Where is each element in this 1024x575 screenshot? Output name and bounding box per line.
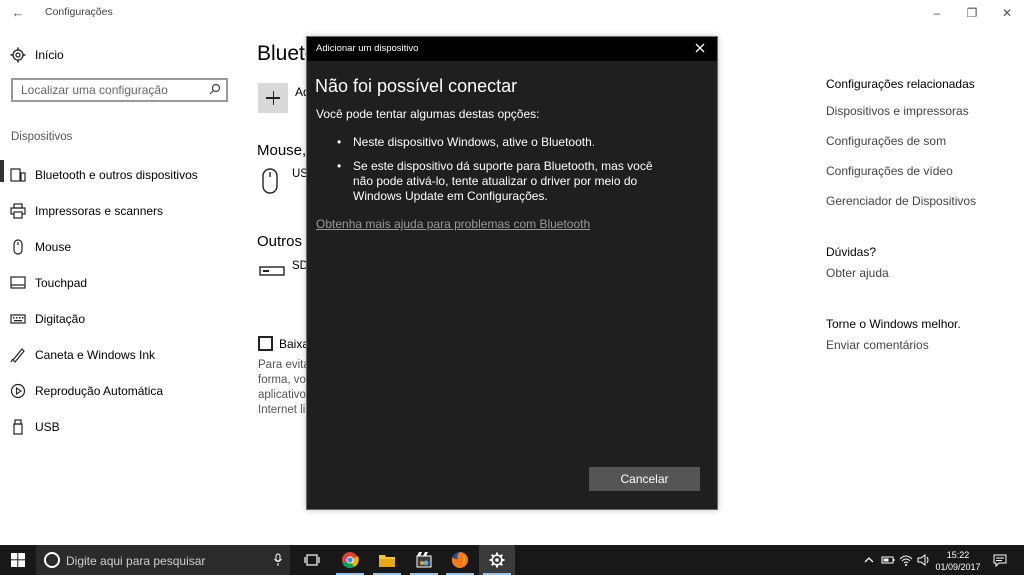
microphone-icon[interactable]: [273, 553, 283, 567]
dialog-heading: Não foi possível conectar: [315, 76, 518, 96]
battery-icon[interactable]: [881, 553, 895, 567]
mouse-section-heading: Mouse,: [257, 142, 307, 159]
sidebar-item-pen[interactable]: Caneta e Windows Ink: [0, 337, 240, 373]
taskbar: Digite aqui para pesquisar 15:22 01/09/2…: [0, 545, 1024, 575]
feedback-link[interactable]: Enviar comentários: [826, 338, 929, 352]
info-text-line: Internet li: [258, 404, 306, 416]
clock-time: 15:22: [946, 550, 970, 560]
clock-date: 01/09/2017: [935, 562, 981, 572]
section-label: Dispositivos: [11, 131, 73, 143]
other-section-heading: Outros: [257, 233, 303, 250]
taskbar-search-box[interactable]: Digite aqui para pesquisar: [36, 545, 290, 575]
sidebar-item-label: Digitação: [35, 312, 86, 326]
keyboard-icon: [10, 311, 26, 327]
add-device-dialog: Adicionar um dispositivo Não foi possíve…: [306, 36, 718, 510]
sidebar-item-autoplay[interactable]: Reprodução Automática: [0, 373, 240, 409]
sd-device-icon: [259, 266, 285, 276]
sidebar-item-bluetooth[interactable]: Bluetooth e outros dispositivos: [0, 157, 240, 193]
sidebar-item-label: Touchpad: [35, 276, 88, 290]
sidebar-item-label: Bluetooth e outros dispositivos: [35, 168, 198, 182]
improve-heading: Torne o Windows melhor.: [826, 317, 961, 331]
home-label: Início: [35, 48, 64, 62]
add-device-button[interactable]: [258, 83, 288, 113]
mouse-icon: [10, 239, 26, 255]
bluetooth-help-link[interactable]: Obtenha mais ajuda para problemas com Bl…: [316, 217, 590, 231]
metered-download-checkbox[interactable]: [258, 336, 273, 351]
suggestion-item: Se este dispositivo dá suporte para Blue…: [337, 159, 667, 204]
search-icon[interactable]: [209, 83, 221, 95]
dialog-title: Adicionar um dispositivo: [316, 43, 419, 54]
chrome-icon[interactable]: [332, 545, 368, 575]
search-placeholder: Localizar uma configuração: [21, 83, 168, 97]
show-hidden-icons-chevron-up-icon[interactable]: [862, 553, 876, 567]
sidebar-item-label: Mouse: [35, 240, 72, 254]
movie-maker-icon[interactable]: [406, 545, 442, 575]
pen-icon: [10, 347, 26, 363]
gear-icon: [10, 47, 26, 63]
get-help-link[interactable]: Obter ajuda: [826, 266, 889, 280]
task-view-icon[interactable]: [294, 545, 330, 575]
back-arrow-icon[interactable]: ←: [10, 5, 26, 21]
mouse-device-icon: [262, 168, 278, 194]
info-text-line: forma, vo: [258, 374, 306, 386]
touchpad-icon: [10, 275, 26, 291]
sidebar-item-touchpad[interactable]: Touchpad: [0, 265, 240, 301]
sidebar-nav: Bluetooth e outros dispositivos Impresso…: [0, 157, 240, 445]
volume-icon[interactable]: [917, 553, 931, 567]
close-icon[interactable]: ✕: [992, 2, 1022, 24]
suggestion-item: Neste dispositivo Windows, ative o Bluet…: [337, 135, 667, 150]
sidebar-item-mouse[interactable]: Mouse: [0, 229, 240, 265]
printer-icon: [10, 203, 26, 219]
dialog-subtitle: Você pode tentar algumas destas opções:: [316, 107, 540, 121]
app-title: Configurações: [45, 6, 113, 18]
dialog-close-icon[interactable]: [693, 41, 707, 55]
wifi-icon[interactable]: [899, 553, 913, 567]
restore-icon[interactable]: ❐: [957, 2, 987, 24]
usb-icon: [10, 419, 26, 435]
start-button[interactable]: [0, 545, 36, 575]
sidebar-item-typing[interactable]: Digitação: [0, 301, 240, 337]
clock[interactable]: 15:22 01/09/2017: [934, 549, 982, 573]
sidebar-item-label: Caneta e Windows Ink: [35, 348, 156, 362]
cancel-button[interactable]: Cancelar: [589, 467, 700, 491]
related-link-device-manager[interactable]: Gerenciador de Dispositivos: [826, 194, 976, 208]
cortana-icon: [44, 552, 60, 568]
sidebar-item-printers[interactable]: Impressoras e scanners: [0, 193, 240, 229]
firefox-icon[interactable]: [442, 545, 478, 575]
sidebar-item-usb[interactable]: USB: [0, 409, 240, 445]
related-link-sound[interactable]: Configurações de som: [826, 134, 946, 148]
sidebar-item-label: USB: [35, 420, 60, 434]
suggestions-list: Neste dispositivo Windows, ative o Bluet…: [337, 135, 667, 213]
checkbox-label: Baixa: [279, 337, 310, 351]
info-text-line: Para evita: [258, 359, 310, 371]
settings-search-input[interactable]: Localizar uma configuração: [11, 78, 228, 102]
sidebar-item-label: Reprodução Automática: [35, 384, 164, 398]
home-link[interactable]: Início: [10, 46, 64, 64]
questions-heading: Dúvidas?: [826, 245, 877, 259]
file-explorer-icon[interactable]: [369, 545, 405, 575]
settings-icon[interactable]: [479, 545, 515, 575]
related-link-display[interactable]: Configurações de vídeo: [826, 164, 953, 178]
windows-logo-icon: [11, 553, 25, 567]
related-link-devices-printers[interactable]: Dispositivos e impressoras: [826, 104, 969, 118]
action-center-icon[interactable]: [993, 553, 1007, 567]
info-text-line: aplicativo: [258, 389, 306, 401]
dialog-title-bar: Adicionar um dispositivo: [307, 37, 717, 61]
autoplay-icon: [10, 383, 26, 399]
title-bar: ← Configurações – ❐ ✕: [0, 0, 1024, 26]
bluetooth-devices-icon: [10, 167, 26, 183]
sidebar-item-label: Impressoras e scanners: [35, 204, 164, 218]
related-settings-heading: Configurações relacionadas: [826, 77, 975, 91]
taskbar-search-placeholder: Digite aqui para pesquisar: [66, 554, 206, 568]
minimize-icon[interactable]: –: [922, 2, 952, 24]
